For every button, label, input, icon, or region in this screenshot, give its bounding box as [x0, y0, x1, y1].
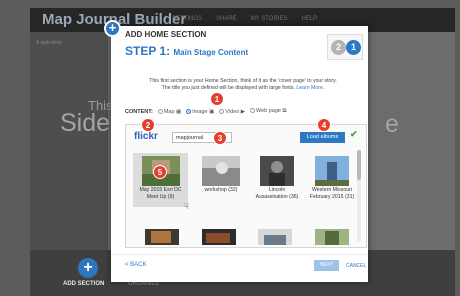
add-section-label[interactable]: ADD SECTION: [63, 281, 104, 287]
album-scrollbar-thumb[interactable]: [357, 150, 361, 180]
background-title-fragment: Side: [60, 109, 111, 137]
description-line-1: This first section is your Home Section,…: [149, 78, 337, 84]
add-section-button[interactable]: +: [78, 258, 98, 278]
section-description: This first section is your Home Section,…: [128, 78, 358, 92]
album-thumbnail: [202, 156, 240, 186]
my-stories-link[interactable]: MY STORIES: [251, 16, 288, 22]
help-link[interactable]: HELP: [301, 16, 317, 22]
learn-more-link[interactable]: Learn More.: [296, 85, 324, 91]
content-label: CONTENT:: [125, 108, 153, 115]
settings-link[interactable]: SETTINGS: [172, 16, 202, 22]
radio-icon[interactable]: [219, 108, 225, 114]
content-option-video[interactable]: Video ▶: [219, 109, 245, 115]
annotation-badge-4: 4: [317, 118, 331, 132]
album-label: Lincoln Assassination (36): [255, 187, 299, 200]
album-thumbnail[interactable]: [202, 229, 236, 245]
album-thumbnail[interactable]: [258, 229, 292, 245]
step-indicator: 2 1: [327, 34, 363, 60]
content-option-image-label: Image: [192, 108, 208, 115]
content-option-map[interactable]: Map ▦: [157, 108, 181, 115]
content-option-video-label: Video: [225, 108, 240, 115]
album-thumbnail: [315, 156, 349, 186]
cancel-button[interactable]: CANCEL: [346, 263, 366, 269]
content-type-row: CONTENT: Map ▦ Image ▣ Video ▶ Web page …: [125, 108, 286, 115]
album-item[interactable]: workshop (32): [196, 153, 246, 207]
check-icon: ✔: [350, 129, 358, 139]
pointer-cursor-icon: ☟: [184, 202, 189, 211]
story-crumb: A web story: [36, 40, 62, 46]
load-albums-button[interactable]: Load albums: [300, 132, 345, 143]
annotation-badge-2: 2: [141, 118, 155, 132]
content-option-webpage[interactable]: Web page ⧉: [250, 108, 286, 115]
radio-icon[interactable]: [250, 108, 256, 114]
album-item[interactable]: Lincoln Assassination (36): [254, 153, 300, 215]
step-subtitle: Main Stage Content: [173, 48, 249, 57]
step-2-indicator: 2: [331, 40, 346, 55]
dialog-title: ADD HOME SECTION: [125, 30, 207, 39]
step-label: STEP 1:: [125, 44, 171, 58]
album-label: May 2015 Esri DC Meet Up (9): [139, 187, 182, 200]
content-option-image[interactable]: Image ▣: [186, 109, 214, 115]
flickr-logo-text: flickr: [134, 131, 158, 142]
background-title-fragment-right: e: [385, 110, 399, 138]
content-option-webpage-label: Web page: [256, 108, 281, 114]
plus-icon: +: [104, 20, 121, 37]
radio-selected-icon[interactable]: [186, 108, 192, 114]
top-links: SETTINGS SHARE MY STORIES HELP: [172, 16, 317, 22]
annotation-badge-1: 1: [210, 92, 224, 106]
next-button[interactable]: NEXT: [314, 260, 339, 271]
content-option-map-label: Map: [163, 108, 175, 115]
album-item[interactable]: Western Missouri February 2015 (31): [308, 153, 356, 223]
annotation-badge-5: 5: [153, 165, 167, 179]
album-thumbnail: [260, 156, 294, 186]
album-thumbnail[interactable]: [315, 229, 349, 245]
album-label: Western Missouri February 2015 (31): [309, 187, 355, 200]
album-label: workshop (32): [204, 187, 238, 193]
album-thumbnail[interactable]: [145, 229, 179, 245]
flickr-logo: flickr: [134, 131, 158, 142]
description-line-2: The title you just defined will be displ…: [161, 85, 295, 91]
step-1-indicator: 1: [346, 40, 361, 55]
share-link[interactable]: SHARE: [216, 16, 237, 22]
album-item[interactable]: May 2015 Esri DC Meet Up (9): [133, 153, 188, 207]
annotation-badge-3: 3: [213, 131, 227, 145]
step-title: STEP 1: Main Stage Content: [125, 44, 248, 58]
back-button[interactable]: < BACK: [125, 262, 147, 268]
radio-icon[interactable]: [157, 108, 163, 114]
